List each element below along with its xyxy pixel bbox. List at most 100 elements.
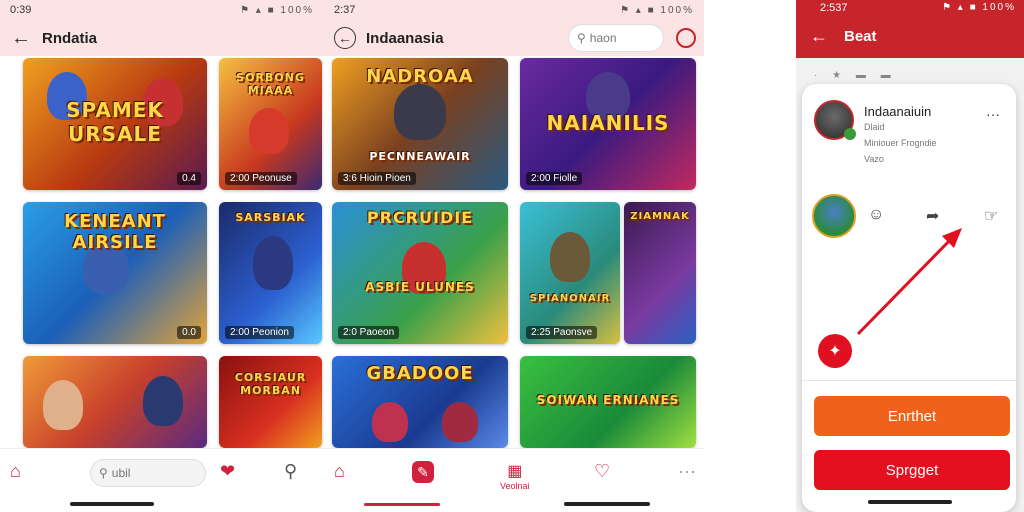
tile-title: KENEANT AIRSILE — [64, 210, 166, 253]
tile-subtitle: PECNNEAWAIR — [369, 150, 471, 164]
tile-title: SPAMEK URSALE — [66, 97, 164, 146]
heart-icon[interactable]: ❤ — [220, 461, 235, 482]
character-art-icon — [43, 380, 83, 430]
search-bar[interactable]: ⚲ — [90, 459, 206, 487]
avatar[interactable] — [812, 194, 856, 238]
tile-caption: 2:00 Peonuse — [225, 172, 297, 185]
home-indicator — [70, 502, 154, 506]
bookmark-icon[interactable]: ✎ — [412, 461, 434, 483]
search-input[interactable] — [589, 31, 640, 45]
back-arrow-icon[interactable]: ← — [10, 27, 32, 49]
game-tile[interactable]: SPAMEK URSALE 0.4 — [23, 58, 207, 190]
game-tile[interactable]: SARSBIAK 2:00 Peonion — [219, 202, 322, 344]
status-time: 2:537 — [820, 2, 848, 14]
action-fab[interactable]: ✦ — [818, 334, 852, 368]
back-arrow-icon[interactable]: ← — [334, 27, 356, 49]
active-tab-indicator — [364, 503, 440, 506]
home-icon[interactable]: ⌂ — [334, 461, 345, 482]
screen-3: 2:537 ⚑ ▴ ■ 100% ← Beat · ★ ▬ ▬ Indaanai… — [796, 0, 1024, 512]
status-bar: 2:37 ⚑ ▴ ■ 100% — [324, 0, 704, 20]
verified-icon — [844, 128, 856, 140]
character-art-icon — [253, 236, 293, 290]
home-icon[interactable]: ⌂ — [10, 461, 21, 482]
game-tile[interactable] — [23, 356, 207, 448]
tile-caption: 0.0 — [177, 326, 201, 339]
pointer-arrow-icon — [856, 228, 962, 336]
nav-tab-label: Veolnai — [500, 481, 530, 491]
search-icon: ⚲ — [577, 31, 586, 45]
search-icon[interactable]: ⚲ — [284, 461, 297, 482]
like-icon[interactable]: ☞ — [984, 206, 998, 226]
app-bar: 2:537 ⚑ ▴ ■ 100% ← Beat — [796, 0, 1024, 58]
notification-icon[interactable] — [676, 28, 696, 48]
share-icon[interactable]: ➦ — [926, 206, 939, 226]
grid-icon: ▦ — [507, 463, 523, 480]
secondary-button[interactable]: Sprgget — [814, 450, 1010, 490]
heart-outline-icon[interactable]: ♡ — [594, 461, 610, 482]
tile-title: GBADOOE — [366, 363, 474, 385]
tile-caption: 2:25 Paonsve — [526, 326, 598, 339]
profile-detail: Dlaid — [864, 122, 885, 132]
status-icons: ⚑ ▴ ■ 100% — [620, 4, 694, 16]
character-art-icon — [372, 402, 408, 442]
tile-title: SORBONG MIAAA — [236, 71, 305, 98]
tile-title: SOIWAN ERNIANES — [536, 392, 680, 407]
tile-title: ZIAMNAK — [630, 210, 690, 222]
search-input[interactable] — [111, 466, 172, 480]
status-bar: 0:39 ⚑ ▴ ■ 100% — [0, 0, 324, 20]
page-title: Beat — [844, 28, 877, 45]
search-bar[interactable]: ⚲ — [568, 24, 664, 52]
game-tile[interactable]: KENEANT AIRSILE 0.0 — [23, 202, 207, 344]
users-icon[interactable]: ☺ — [868, 206, 884, 224]
tile-caption: 3:6 Hioin Pioen — [338, 172, 416, 185]
tile-caption: 0.4 — [177, 172, 201, 185]
tile-subtitle: ASBIE ULUNES — [365, 280, 475, 295]
tile-caption: 2:00 Fiolle — [526, 172, 583, 185]
back-arrow-icon[interactable]: ← — [810, 26, 828, 47]
game-tile[interactable]: SORBONG MIAAA 2:00 Peonuse — [219, 58, 322, 190]
tile-title: SARSBIAK — [235, 210, 306, 224]
star-icon: ✦ — [828, 343, 842, 360]
game-tile[interactable]: SPIANONAIR 2:25 Paonsve — [520, 202, 620, 344]
home-indicator — [564, 502, 650, 506]
character-art-icon — [143, 376, 183, 426]
game-tile[interactable]: PRCRUIDIE ASBIE ULUNES 2:0 Paoeon — [332, 202, 508, 344]
game-tile[interactable]: ZIAMNAK — [624, 202, 696, 344]
more-options-icon[interactable]: ··· — [986, 106, 1000, 122]
status-time: 2:37 — [334, 4, 356, 16]
tile-title: PRCRUIDIE — [366, 207, 474, 227]
page-title: Rndatia — [42, 29, 98, 47]
screen-2: 2:37 ⚑ ▴ ■ 100% ← Indaanasia ⚲ NADROAA P… — [324, 0, 704, 512]
status-time: 0:39 — [10, 4, 32, 16]
game-tile[interactable]: NAIANILIS 2:00 Fiolle — [520, 58, 696, 190]
bottom-sheet: Indaanaiuin Dlaid Miniouer Frogndie Vazo… — [802, 84, 1016, 512]
tile-title: SPIANONAIR — [529, 292, 611, 304]
profile-name: Indaanaiuin — [864, 104, 932, 119]
game-tile[interactable]: GBADOOE — [332, 356, 508, 448]
app-bar: ← Indaanasia ⚲ — [324, 20, 704, 56]
character-art-icon — [442, 402, 478, 442]
character-art-icon — [249, 108, 289, 154]
tile-title: NAIANILIS — [546, 110, 670, 135]
more-icon[interactable]: ··· — [678, 461, 696, 482]
search-icon: ⚲ — [99, 466, 108, 480]
primary-button[interactable]: Enrthet — [814, 396, 1010, 436]
game-tile[interactable]: NADROAA PECNNEAWAIR 3:6 Hioin Pioen — [332, 58, 508, 190]
app-screenshot: 0:39 ⚑ ▴ ■ 100% ← Rndatia SPAMEK URSALE … — [0, 0, 1024, 512]
bottom-nav: ⌂ ⚲ ❤ ⚲ — [0, 448, 324, 512]
tile-title: CORSIAUR MORBAN — [234, 370, 307, 397]
tile-title: NADROAA — [366, 65, 474, 87]
bottom-nav: ⌂ ✎ ▦ Veolnai ♡ ··· — [324, 448, 704, 512]
home-indicator — [868, 500, 952, 504]
status-icons: ⚑ ▴ ■ 100% — [942, 2, 1016, 13]
tile-caption: 2:00 Peonion — [225, 326, 294, 339]
screen-1: 0:39 ⚑ ▴ ■ 100% ← Rndatia SPAMEK URSALE … — [0, 0, 324, 512]
nav-tab-store[interactable]: ▦ Veolnai — [500, 461, 530, 491]
page-title: Indaanasia — [366, 29, 444, 47]
profile-detail: Vazo — [864, 154, 884, 164]
game-tile[interactable]: SOIWAN ERNIANES — [520, 356, 696, 448]
profile-detail: Miniouer Frogndie — [864, 138, 937, 148]
status-icons: ⚑ ▴ ■ 100% — [240, 4, 314, 16]
game-tile[interactable]: CORSIAUR MORBAN — [219, 356, 322, 448]
character-art-icon — [550, 232, 590, 282]
